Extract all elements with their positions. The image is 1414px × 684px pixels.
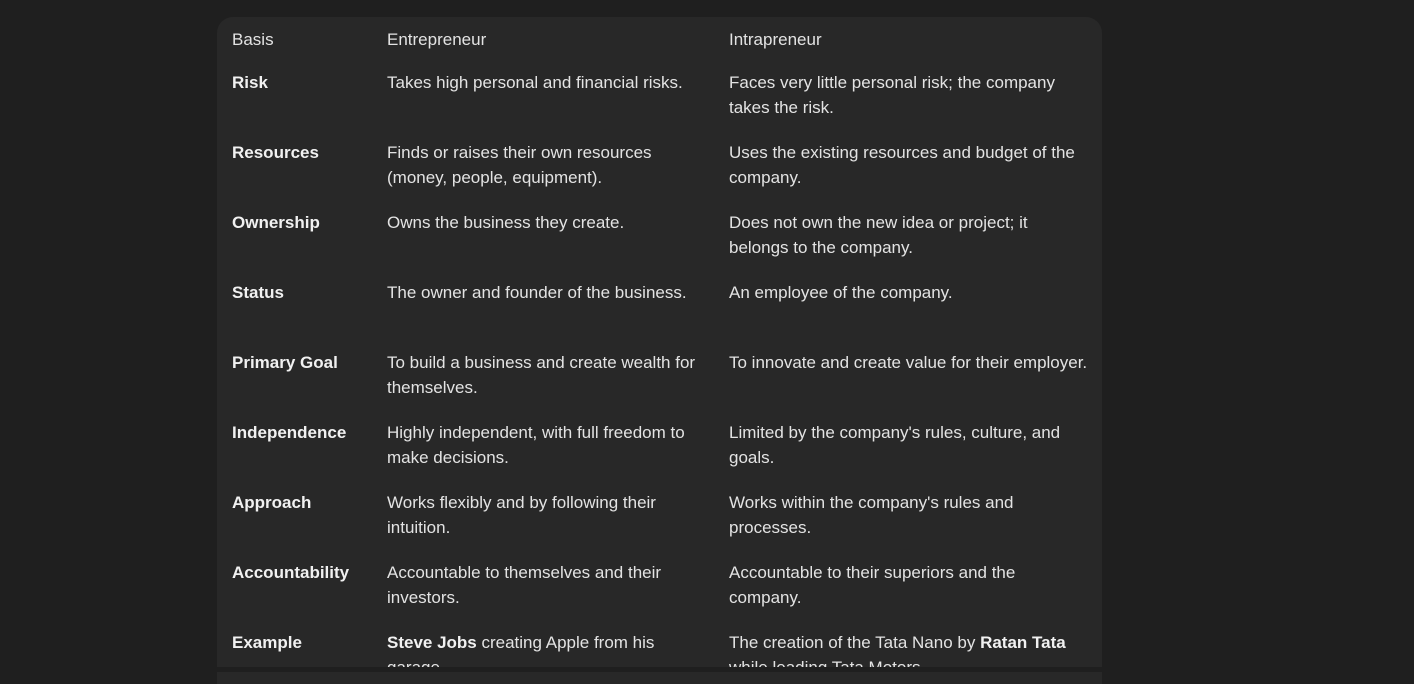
table-row: Example Steve Jobs creating Apple from h… bbox=[217, 620, 1102, 667]
row-intrapreneur-cell: Uses the existing resources and budget o… bbox=[729, 143, 1075, 187]
row-entrepreneur-cell: The owner and founder of the business. bbox=[387, 283, 687, 302]
row-basis-cell: Ownership bbox=[232, 213, 320, 232]
table-row: Approach Works flexibly and by following… bbox=[217, 480, 1102, 550]
comparison-table: Basis Entrepreneur Intrapreneur Risk Tak… bbox=[217, 17, 1102, 667]
row-entrepreneur-cell: Steve Jobs creating Apple from his garag… bbox=[372, 620, 723, 667]
bold-name: Ratan Tata bbox=[980, 633, 1066, 652]
row-basis-cell: Risk bbox=[232, 73, 268, 92]
next-block-edge bbox=[217, 672, 1102, 684]
cell-text: while leading Tata Motors. bbox=[729, 658, 925, 667]
row-basis-cell: Independence bbox=[232, 423, 347, 442]
row-entrepreneur-cell: Works flexibly and by following their in… bbox=[387, 493, 656, 537]
row-intrapreneur-cell: Does not own the new idea or project; it… bbox=[729, 213, 1028, 257]
row-intrapreneur-cell: Faces very little personal risk; the com… bbox=[729, 73, 1055, 117]
row-intrapreneur-cell: To innovate and create value for their e… bbox=[729, 353, 1088, 372]
row-entrepreneur-cell: Finds or raises their own resources (mon… bbox=[387, 143, 652, 187]
row-basis-cell: Status bbox=[232, 283, 284, 302]
row-entrepreneur-cell: Takes high personal and financial risks. bbox=[387, 73, 683, 92]
table-row: Independence Highly independent, with fu… bbox=[217, 410, 1102, 480]
table-row: Ownership Owns the business they create.… bbox=[217, 200, 1102, 270]
row-intrapreneur-cell: An employee of the company. bbox=[729, 283, 953, 302]
row-entrepreneur-cell: Owns the business they create. bbox=[387, 213, 625, 232]
row-basis-cell: Example bbox=[232, 633, 302, 652]
row-basis-cell: Resources bbox=[232, 143, 319, 162]
table-row: Status The owner and founder of the busi… bbox=[217, 270, 1102, 340]
table-row: Risk Takes high personal and financial r… bbox=[217, 60, 1102, 130]
row-entrepreneur-cell: Highly independent, with full freedom to… bbox=[387, 423, 685, 467]
table-header-row: Basis Entrepreneur Intrapreneur bbox=[217, 17, 1102, 60]
row-basis-cell: Primary Goal bbox=[232, 353, 338, 372]
bold-name: Steve Jobs bbox=[387, 633, 477, 652]
row-entrepreneur-cell: Accountable to themselves and their inve… bbox=[387, 563, 662, 607]
table-row: Resources Finds or raises their own reso… bbox=[217, 130, 1102, 200]
header-entrepreneur: Entrepreneur bbox=[387, 30, 487, 49]
row-intrapreneur-cell: Limited by the company's rules, culture,… bbox=[729, 423, 1061, 467]
row-intrapreneur-cell: The creation of the Tata Nano by Ratan T… bbox=[723, 620, 1102, 667]
row-intrapreneur-cell: Accountable to their superiors and the c… bbox=[729, 563, 1016, 607]
row-intrapreneur-cell: Works within the company's rules and pro… bbox=[729, 493, 1014, 537]
header-basis: Basis bbox=[232, 30, 274, 49]
cell-text: The creation of the Tata Nano by bbox=[729, 633, 981, 652]
row-basis-cell: Approach bbox=[232, 493, 312, 512]
header-intrapreneur: Intrapreneur bbox=[729, 30, 822, 49]
row-entrepreneur-cell: To build a business and create wealth fo… bbox=[387, 353, 696, 397]
table-row: Primary Goal To build a business and cre… bbox=[217, 340, 1102, 410]
table-row: Accountability Accountable to themselves… bbox=[217, 550, 1102, 620]
row-basis-cell: Accountability bbox=[232, 563, 350, 582]
comparison-table-card: Basis Entrepreneur Intrapreneur Risk Tak… bbox=[217, 17, 1102, 667]
